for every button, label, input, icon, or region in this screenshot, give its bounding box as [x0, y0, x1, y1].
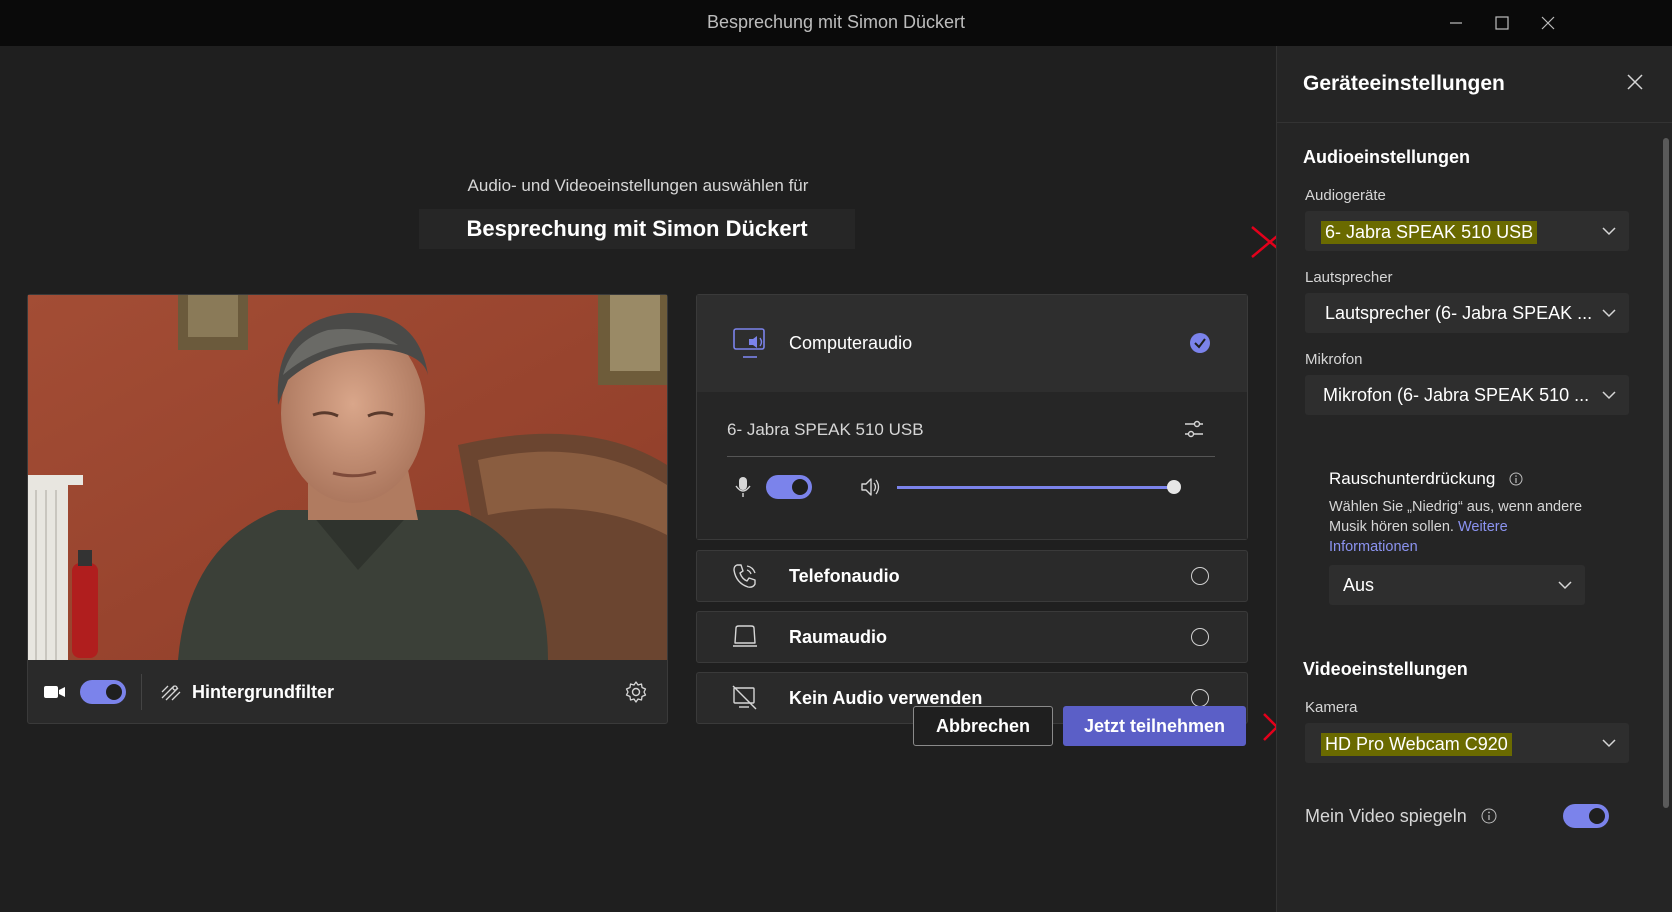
chevron-down-icon [1602, 227, 1616, 236]
speaker-value: Lautsprecher (6- Jabra SPEAK ... [1325, 303, 1593, 323]
audio-settings-heading: Audioeinstellungen [1303, 147, 1471, 167]
room-audio-option[interactable]: Raumaudio [696, 611, 1248, 663]
phone-icon [733, 564, 756, 588]
noise-suppression-value: Aus [1343, 575, 1375, 595]
prejoin-area: Audio- und Videoeinstellungen auswählen … [0, 46, 1291, 912]
camera-label: Kamera [1305, 699, 1358, 716]
maximize-button[interactable] [1482, 8, 1522, 38]
computer-audio-label: Computeraudio [789, 333, 913, 353]
computer-audio-details: 6- Jabra SPEAK 510 USB [697, 392, 1247, 539]
room-audio-radio[interactable] [1191, 628, 1209, 646]
noise-suppression-description: Wählen Sie „Niedrig“ aus, wenn andere Mu… [1329, 497, 1591, 557]
info-icon[interactable] [1509, 472, 1523, 486]
chevron-down-icon [1558, 581, 1572, 590]
camera-value: HD Pro Webcam C920 [1321, 733, 1512, 756]
video-controls-bar: Hintergrundfilter [28, 660, 667, 723]
audio-devices-label: Audiogeräte [1305, 187, 1386, 204]
computer-audio-option[interactable]: Computeraudio 6- Jabra SPEAK 510 USB [696, 294, 1248, 540]
microphone-label: Mikrofon [1305, 351, 1363, 368]
close-window-button[interactable] [1528, 8, 1568, 38]
volume-slider-track[interactable] [897, 486, 1177, 489]
no-audio-radio[interactable] [1191, 689, 1209, 707]
phone-audio-option[interactable]: Telefonaudio [696, 550, 1248, 602]
noise-suppression-label: Rauschunterdrückung [1329, 469, 1496, 488]
device-settings-sliders-icon[interactable] [1183, 418, 1205, 440]
divider [141, 674, 142, 710]
chevron-down-icon [1602, 739, 1616, 748]
cancel-button[interactable]: Abbrechen [913, 706, 1053, 746]
microphone-toggle[interactable] [766, 475, 812, 499]
close-panel-icon[interactable] [1625, 72, 1645, 92]
prejoin-subtitle: Audio- und Videoeinstellungen auswählen … [467, 176, 809, 195]
microphone-dropdown[interactable]: Mikrofon (6- Jabra SPEAK 510 ... [1305, 375, 1629, 415]
phone-audio-radio[interactable] [1191, 567, 1209, 585]
background-filter-icon [161, 685, 181, 701]
microphone-value: Mikrofon (6- Jabra SPEAK 510 ... [1323, 385, 1590, 405]
minimize-icon [1450, 22, 1462, 24]
audio-devices-value: 6- Jabra SPEAK 510 USB [1321, 221, 1538, 244]
camera-preview [28, 295, 667, 660]
maximize-icon [1495, 16, 1509, 30]
meeting-title: Besprechung mit Simon Dückert [419, 209, 855, 249]
panel-title: Geräteeinstellungen [1303, 72, 1505, 95]
audio-devices-dropdown[interactable]: 6- Jabra SPEAK 510 USB [1305, 211, 1629, 251]
computer-audio-header[interactable]: Computeraudio [697, 295, 1247, 392]
mirror-video-label: Mein Video spiegeln [1305, 806, 1467, 826]
title-bar: Besprechung mit Simon Dückert [0, 0, 1672, 46]
chevron-down-icon [1602, 309, 1616, 318]
window-title: Besprechung mit Simon Dückert [706, 12, 966, 32]
room-device-icon [733, 625, 757, 647]
microphone-icon [735, 477, 751, 497]
speaker-dropdown[interactable]: Lautsprecher (6- Jabra SPEAK ... [1305, 293, 1629, 333]
no-audio-icon [732, 685, 757, 710]
divider [727, 456, 1215, 457]
audio-device-name: 6- Jabra SPEAK 510 USB [727, 420, 924, 439]
selected-check-icon [1190, 333, 1210, 353]
mirror-video-toggle[interactable] [1563, 804, 1609, 828]
background-filter-label[interactable]: Hintergrundfilter [192, 682, 334, 703]
volume-slider-thumb[interactable] [1167, 480, 1181, 494]
speaker-label: Lautsprecher [1305, 269, 1393, 286]
speaker-volume-icon [861, 478, 880, 496]
close-icon [1541, 16, 1555, 30]
video-preview-card: Hintergrundfilter [27, 294, 668, 724]
camera-icon [44, 686, 65, 698]
panel-scrollbar[interactable] [1663, 138, 1669, 808]
noise-description-text: Wählen Sie „Niedrig“ aus, wenn andere Mu… [1329, 499, 1583, 535]
minimize-button[interactable] [1436, 8, 1476, 38]
chevron-down-icon [1602, 391, 1616, 400]
noise-suppression-dropdown[interactable]: Aus [1329, 565, 1585, 605]
device-settings-panel: Geräteeinstellungen Audioeinstellungen A… [1276, 46, 1672, 912]
join-now-button[interactable]: Jetzt teilnehmen [1063, 706, 1246, 746]
video-settings-heading: Videoeinstellungen [1303, 659, 1468, 679]
camera-dropdown[interactable]: HD Pro Webcam C920 [1305, 723, 1629, 763]
computer-audio-icon [733, 328, 765, 358]
camera-preview-image [28, 295, 667, 660]
phone-audio-label: Telefonaudio [789, 566, 900, 586]
camera-toggle[interactable] [80, 680, 126, 704]
divider [1277, 122, 1672, 123]
room-audio-label: Raumaudio [789, 627, 888, 647]
video-settings-gear-icon[interactable] [624, 680, 648, 704]
info-icon[interactable] [1481, 808, 1497, 824]
